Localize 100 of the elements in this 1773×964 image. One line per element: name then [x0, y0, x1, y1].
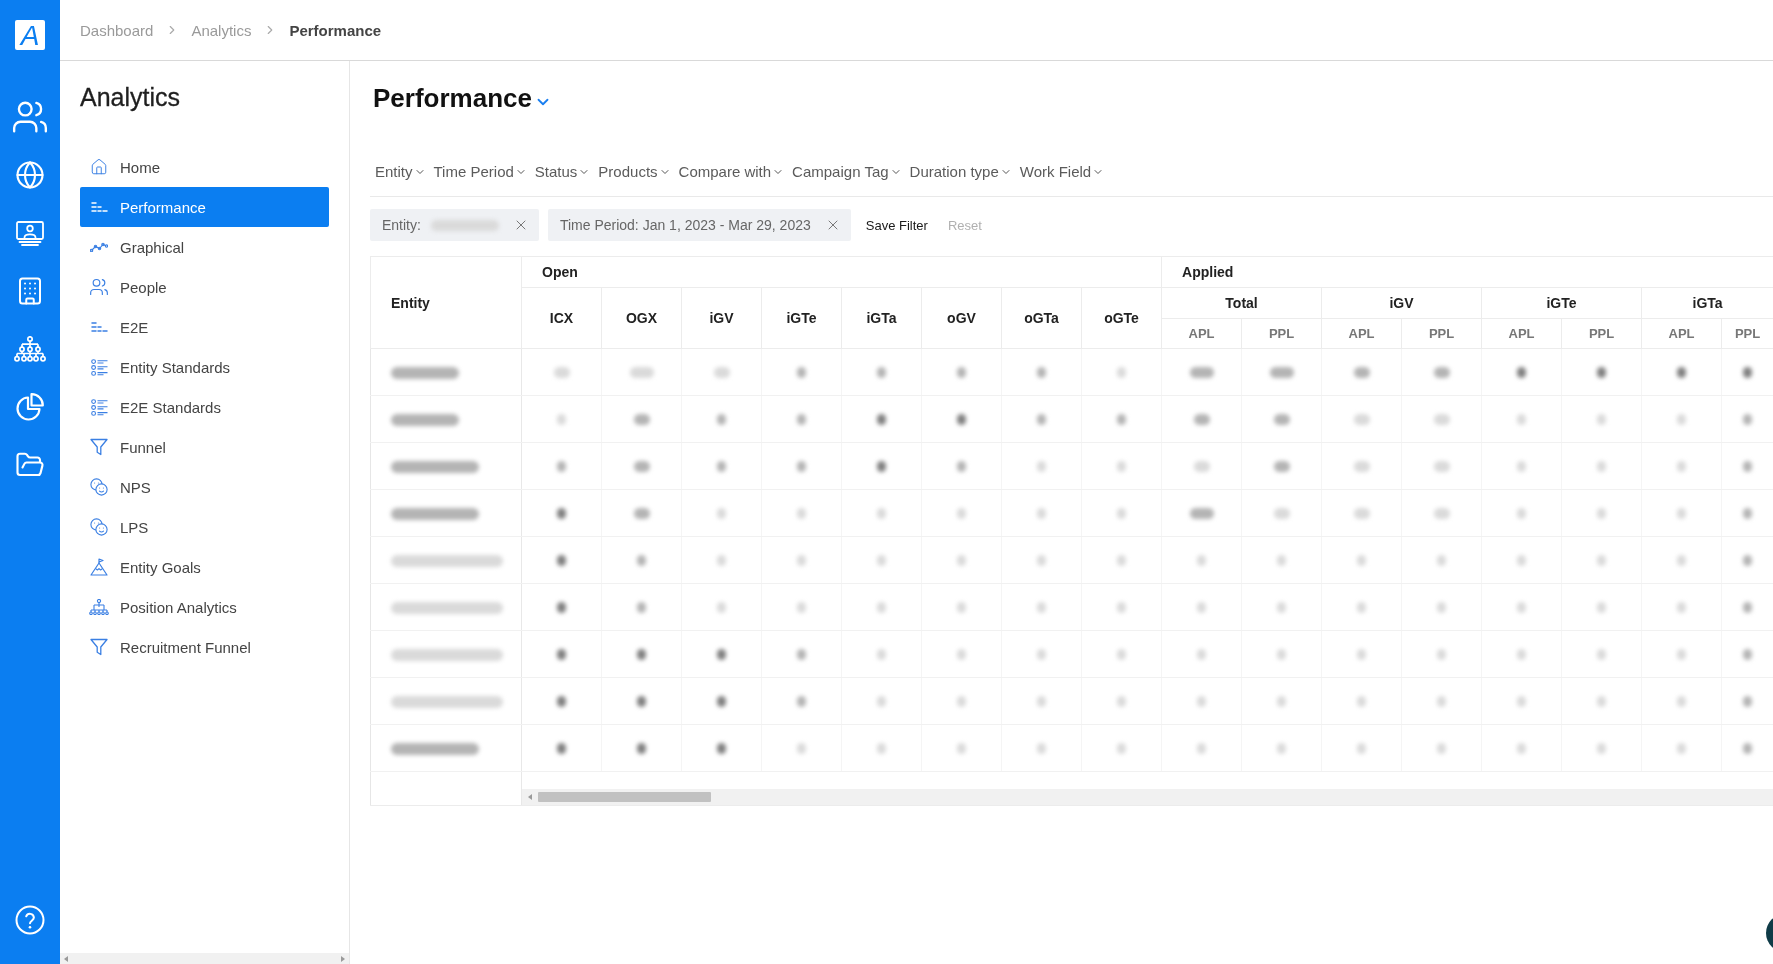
blurred-text: [1117, 649, 1126, 661]
blurred-text: [1037, 602, 1046, 614]
blurred-text: [633, 414, 650, 426]
blurred-text: [1517, 461, 1527, 473]
hierarchy-icon[interactable]: [14, 336, 46, 362]
blurred-text: [1437, 649, 1447, 661]
blurred-text: [957, 508, 966, 520]
blurred-text: [1677, 743, 1687, 755]
blurred-text: [1517, 508, 1527, 520]
blurred-text: [797, 743, 806, 755]
filter-dropdown[interactable]: Products: [598, 159, 671, 183]
horizontal-scrollbar[interactable]: [522, 789, 1773, 805]
app-logo[interactable]: A: [15, 20, 45, 50]
blurred-text: [1597, 743, 1607, 755]
filter-dropdown[interactable]: Compare with: [678, 159, 785, 183]
blurred-text: [1743, 461, 1753, 473]
blurred-text: [1117, 508, 1126, 520]
column-header: OGX: [601, 287, 682, 349]
filter-dropdown[interactable]: Work Field: [1019, 159, 1105, 183]
blurred-text: [1357, 602, 1367, 614]
filter-action-link[interactable]: Save Filter: [865, 217, 928, 233]
blurred-text: [717, 649, 726, 661]
filter-dropdown[interactable]: Duration type: [909, 159, 1012, 183]
blurred-text: [1743, 555, 1753, 567]
column-header: iGV: [681, 287, 762, 349]
blurred-text: [1677, 696, 1687, 708]
blurred-text: [553, 367, 570, 379]
blurred-text: [637, 649, 646, 661]
sidebar-item[interactable]: People: [80, 267, 329, 307]
sidebar-item[interactable]: Entity Goals: [80, 547, 329, 587]
blurred-text: [1517, 743, 1527, 755]
sidebar-item[interactable]: Recruitment Funnel: [80, 627, 329, 667]
column-header: APL: [1481, 318, 1562, 349]
filter-dropdown[interactable]: Status: [534, 159, 591, 183]
column-group-header: Applied: [1161, 256, 1773, 288]
blurred-text: [1193, 414, 1210, 426]
blurred-text: [1117, 602, 1126, 614]
line-chart-icon: [90, 242, 108, 252]
blurred-text: [1273, 508, 1290, 520]
blurred-text: [1197, 696, 1207, 708]
blurred-text: [637, 743, 646, 755]
column-header: iGTa: [841, 287, 922, 349]
blurred-text: [629, 367, 654, 379]
blurred-text: [1357, 649, 1367, 661]
dash-lines-icon: [90, 322, 108, 332]
breadcrumb-current: Performance: [289, 21, 382, 39]
blurred-text: [1269, 367, 1294, 379]
blurred-text: [1677, 414, 1687, 426]
blurred-text: [1357, 696, 1367, 708]
column-group-header: iGTe: [1481, 287, 1642, 319]
sidebar-item[interactable]: Position Analytics: [80, 587, 329, 627]
blurred-text: [957, 555, 966, 567]
blurred-text: [1117, 555, 1126, 567]
blurred-text: [957, 696, 966, 708]
sidebar-item[interactable]: E2E Standards: [80, 387, 329, 427]
sidebar-item[interactable]: Performance: [80, 187, 329, 227]
sidebar-item[interactable]: Home: [80, 147, 329, 187]
column-header: APL: [1641, 318, 1722, 349]
blurred-text: [797, 367, 806, 379]
sidebar-item[interactable]: NPS: [80, 467, 329, 507]
sidebar-item[interactable]: Entity Standards: [80, 347, 329, 387]
blurred-text: [1037, 555, 1046, 567]
blurred-text: [717, 508, 726, 520]
globe-icon[interactable]: [15, 160, 45, 190]
sidebar-item[interactable]: Funnel: [80, 427, 329, 467]
blurred-text: [1437, 602, 1447, 614]
blurred-text: [1117, 414, 1126, 426]
sidebar-item[interactable]: Graphical: [80, 227, 329, 267]
blurred-text: [1517, 649, 1527, 661]
blurred-text: [717, 743, 726, 755]
blurred-text: [1517, 414, 1527, 426]
sidebar-item[interactable]: E2E: [80, 307, 329, 347]
filter-dropdown[interactable]: Time Period: [433, 159, 527, 183]
blurred-text: [1597, 555, 1607, 567]
blurred-text: [633, 508, 650, 520]
blurred-text: [797, 649, 806, 661]
help-icon[interactable]: [15, 905, 45, 935]
mountain-flag-icon: [90, 558, 108, 576]
pie-chart-icon[interactable]: [16, 393, 44, 421]
blurred-text: [637, 696, 646, 708]
blurred-text: [877, 649, 886, 661]
blurred-text: [1597, 508, 1607, 520]
sidebar-item[interactable]: LPS: [80, 507, 329, 547]
blurred-text: [717, 461, 726, 473]
column-header: oGTa: [1001, 287, 1082, 349]
blurred-text: [717, 602, 726, 614]
blurred-text: [391, 413, 459, 426]
blurred-text: [1597, 649, 1607, 661]
filter-dropdown[interactable]: Entity: [375, 159, 426, 183]
blurred-text: [1743, 649, 1753, 661]
blurred-text: [1597, 696, 1607, 708]
blurred-text: [557, 555, 566, 567]
blurred-text: [1677, 602, 1687, 614]
blurred-text: [1743, 743, 1753, 755]
blurred-text: [1037, 461, 1046, 473]
horizontal-scrollbar[interactable]: [60, 953, 349, 964]
filter-dropdown[interactable]: Campaign Tag: [792, 159, 902, 183]
blurred-text: [797, 696, 806, 708]
monitor-person-icon[interactable]: [16, 220, 44, 246]
column-header: PPL: [1561, 318, 1642, 349]
